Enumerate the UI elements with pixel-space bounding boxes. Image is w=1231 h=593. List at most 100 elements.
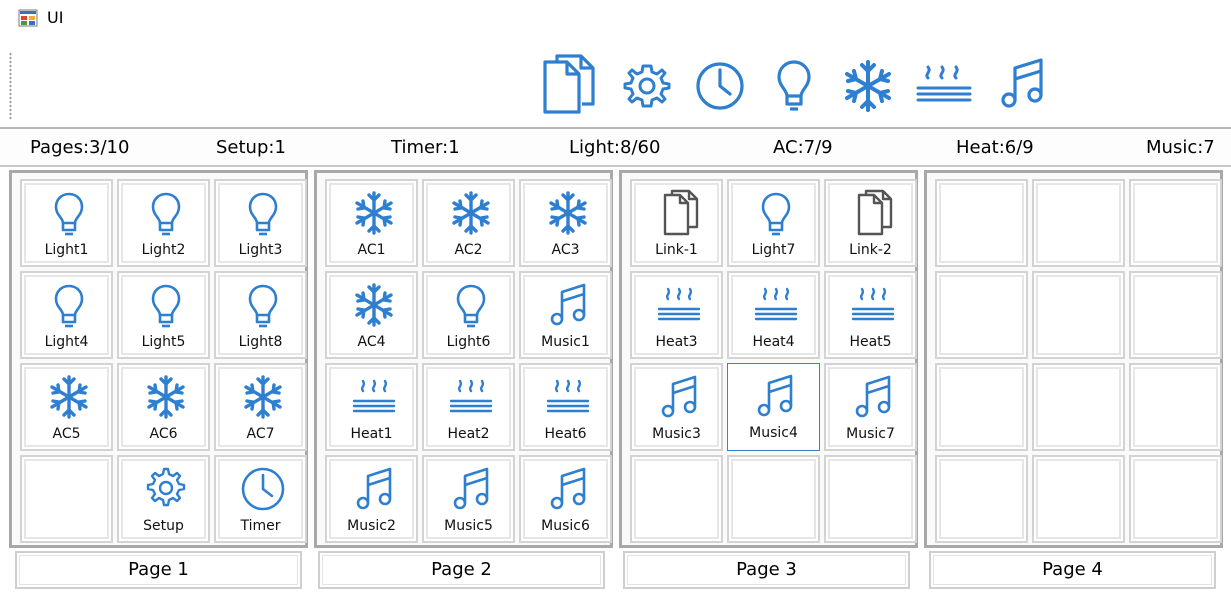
slot-light7[interactable]: Light7 — [727, 179, 820, 267]
slot-music2[interactable]: Music2 — [325, 455, 418, 543]
music-button[interactable] — [990, 52, 1054, 120]
empty-slot[interactable] — [630, 455, 723, 543]
slot-ac7[interactable]: AC7 — [214, 363, 307, 451]
slot-label: Heat1 — [350, 426, 393, 442]
slot-label: Heat6 — [544, 426, 587, 442]
slot-label: Music5 — [444, 518, 493, 534]
empty-slot[interactable] — [1032, 455, 1125, 543]
slot-label: Light8 — [238, 334, 283, 350]
link-button[interactable] — [535, 52, 599, 120]
slot-heat2[interactable]: Heat2 — [422, 363, 515, 451]
empty-slot[interactable] — [1129, 271, 1222, 359]
slot-light5[interactable]: Light5 — [117, 271, 210, 359]
slot-label: AC2 — [454, 242, 483, 258]
empty-slot[interactable] — [1032, 179, 1125, 267]
slot-label: Music1 — [541, 334, 590, 350]
slot-heat5[interactable]: Heat5 — [824, 271, 917, 359]
slot-link-2[interactable]: Link-2 — [824, 179, 917, 267]
page-4-button[interactable]: Page 4 — [929, 551, 1216, 589]
slot-light8[interactable]: Light8 — [214, 271, 307, 359]
empty-slot[interactable] — [935, 363, 1028, 451]
slot-timer[interactable]: Timer — [214, 455, 307, 543]
slot-label: Heat4 — [752, 334, 795, 350]
empty-slot[interactable] — [1032, 271, 1125, 359]
slot-label: Light4 — [44, 334, 89, 350]
slot-music4[interactable]: Music4 — [727, 363, 820, 451]
slot-label: Light7 — [751, 242, 796, 258]
status-ac: AC:7/9 — [773, 137, 833, 158]
heat-button[interactable] — [910, 52, 974, 120]
slot-label: Link-2 — [849, 242, 892, 258]
slot-heat6[interactable]: Heat6 — [519, 363, 612, 451]
page-3-button[interactable]: Page 3 — [623, 551, 910, 589]
slot-ac1[interactable]: AC1 — [325, 179, 418, 267]
slot-label: Music6 — [541, 518, 590, 534]
slot-label: Setup — [143, 518, 184, 534]
page-panel-4 — [924, 170, 1223, 548]
status-music: Music:7 — [1146, 137, 1215, 158]
empty-slot[interactable] — [1032, 363, 1125, 451]
slot-label: Heat5 — [849, 334, 892, 350]
empty-slot[interactable] — [935, 271, 1028, 359]
slot-label: Link-1 — [655, 242, 698, 258]
slot-label: Light1 — [44, 242, 89, 258]
empty-slot[interactable] — [1129, 455, 1222, 543]
page-2-button[interactable]: Page 2 — [318, 551, 605, 589]
slot-label: AC3 — [551, 242, 580, 258]
slot-label: Light3 — [238, 242, 283, 258]
light-button[interactable] — [762, 52, 826, 120]
app-icon — [18, 9, 38, 27]
slot-ac2[interactable]: AC2 — [422, 179, 515, 267]
empty-slot[interactable] — [727, 455, 820, 543]
slot-label: AC5 — [52, 426, 81, 442]
slot-light2[interactable]: Light2 — [117, 179, 210, 267]
timer-button[interactable] — [688, 52, 752, 120]
slot-setup[interactable]: Setup — [117, 455, 210, 543]
slot-label: Music2 — [347, 518, 396, 534]
slot-ac4[interactable]: AC4 — [325, 271, 418, 359]
status-heat: Heat:6/9 — [956, 137, 1034, 158]
slot-ac3[interactable]: AC3 — [519, 179, 612, 267]
slot-music5[interactable]: Music5 — [422, 455, 515, 543]
page-panel-1: Light1 Light2 Light3 Light4 Light5 Light8 AC5 A… — [9, 170, 308, 548]
slot-label: Heat2 — [447, 426, 490, 442]
slot-light4[interactable]: Light4 — [20, 271, 113, 359]
status-bar: Pages:3/10 Setup:1 Timer:1 Light:8/60 AC… — [0, 127, 1231, 167]
page-panel-2: AC1 AC2 AC3 AC4 Light6 Music1 Heat1 Heat2 Heat6 M… — [314, 170, 613, 548]
slot-link-1[interactable]: Link-1 — [630, 179, 723, 267]
slot-label: Music3 — [652, 426, 701, 442]
status-pages: Pages:3/10 — [30, 137, 130, 158]
toolbar-grip[interactable] — [9, 52, 12, 120]
page-1-button[interactable]: Page 1 — [15, 551, 302, 589]
slot-heat4[interactable]: Heat4 — [727, 271, 820, 359]
ac-button[interactable] — [836, 52, 900, 120]
empty-slot[interactable] — [935, 179, 1028, 267]
slot-light1[interactable]: Light1 — [20, 179, 113, 267]
slot-music7[interactable]: Music7 — [824, 363, 917, 451]
empty-slot[interactable] — [824, 455, 917, 543]
page-panel-3: Link-1 Light7 Link-2 Heat3 Heat4 Heat5 Music3 M… — [619, 170, 918, 548]
slot-label: AC7 — [246, 426, 275, 442]
slot-music1[interactable]: Music1 — [519, 271, 612, 359]
slot-light3[interactable]: Light3 — [214, 179, 307, 267]
slot-label: AC4 — [357, 334, 386, 350]
slot-ac5[interactable]: AC5 — [20, 363, 113, 451]
status-light: Light:8/60 — [569, 137, 661, 158]
empty-slot[interactable] — [1129, 363, 1222, 451]
empty-slot[interactable] — [20, 455, 113, 543]
slot-light6[interactable]: Light6 — [422, 271, 515, 359]
slot-label: Light2 — [141, 242, 186, 258]
slot-ac6[interactable]: AC6 — [117, 363, 210, 451]
empty-slot[interactable] — [935, 455, 1028, 543]
slot-music3[interactable]: Music3 — [630, 363, 723, 451]
slot-label: Heat3 — [655, 334, 698, 350]
title-bar: UI — [0, 0, 1231, 36]
slot-music6[interactable]: Music6 — [519, 455, 612, 543]
slot-label: Music4 — [749, 425, 798, 441]
slot-label: Light5 — [141, 334, 186, 350]
slot-heat1[interactable]: Heat1 — [325, 363, 418, 451]
setup-button[interactable] — [615, 52, 679, 120]
empty-slot[interactable] — [1129, 179, 1222, 267]
slot-heat3[interactable]: Heat3 — [630, 271, 723, 359]
status-setup: Setup:1 — [216, 137, 286, 158]
